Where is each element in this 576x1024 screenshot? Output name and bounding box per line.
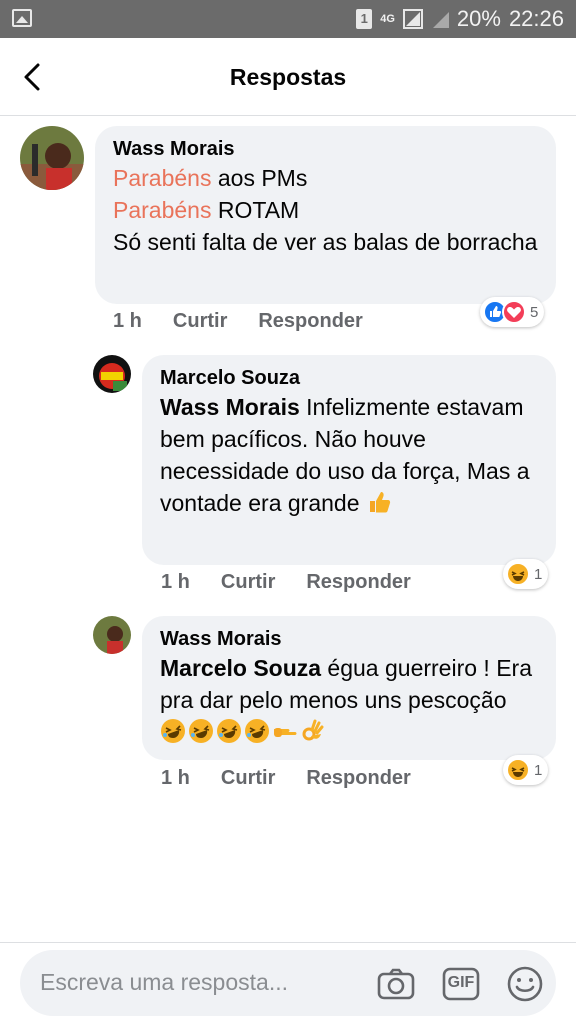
reaction-count: 1 xyxy=(534,761,543,779)
gif-label: GIF xyxy=(447,974,475,991)
comment-text-part: Só senti falta de ver as balas de borrac… xyxy=(113,229,538,255)
battery-level: 20% xyxy=(456,6,501,31)
smiley-icon xyxy=(507,966,543,1002)
reply-input[interactable] xyxy=(40,969,360,996)
mention-link[interactable]: Marcelo Souza xyxy=(160,655,321,681)
like-button[interactable]: Curtir xyxy=(221,571,275,594)
thumbs-up-emoji-icon xyxy=(369,492,391,513)
comment-text: Parabéns aos PMs Parabéns ROTAM Só senti… xyxy=(113,162,538,258)
status-bar: 1 4G 20% 22:26 xyxy=(0,0,576,38)
signal-icon xyxy=(402,9,423,29)
comment-actions: 1 h Curtir Responder xyxy=(161,767,411,790)
comment-author[interactable]: Wass Morais xyxy=(160,626,538,652)
reply-bubble: Wass Morais Marcelo Souza égua guerreiro… xyxy=(142,616,556,760)
comment-actions: 1 h Curtir Responder xyxy=(113,310,363,333)
reaction-summary[interactable]: 1 xyxy=(503,755,549,785)
haha-reaction-icon xyxy=(506,758,530,782)
reply-bubble: Marcelo Souza Wass Morais Infelizmente e… xyxy=(142,355,556,565)
emoji-button[interactable] xyxy=(505,964,545,1004)
comment-text-part: ROTAM xyxy=(211,197,300,223)
avatar[interactable] xyxy=(93,355,131,393)
mention-link[interactable]: Wass Morais xyxy=(160,394,300,420)
comment-text-part: aos PMs xyxy=(211,165,308,191)
rofl-emoji-icon xyxy=(217,719,241,743)
clock: 22:26 xyxy=(508,6,564,31)
reply-button[interactable]: Responder xyxy=(306,767,410,790)
reaction-summary[interactable]: 5 xyxy=(480,297,545,327)
rotam-badge-avatar xyxy=(93,355,131,393)
comment-text: Marcelo Souza égua guerreiro ! Era pra d… xyxy=(160,652,538,748)
pointing-right-emoji-icon xyxy=(274,728,297,737)
comment-time: 1 h xyxy=(161,571,190,593)
avatar[interactable] xyxy=(20,126,84,190)
reply-composer: GIF xyxy=(20,950,556,1016)
haha-reaction-icon xyxy=(506,562,530,586)
reaction-summary[interactable]: 1 xyxy=(503,559,549,589)
like-button[interactable]: Curtir xyxy=(173,310,227,333)
comment-author[interactable]: Wass Morais xyxy=(113,136,538,162)
gallery-icon xyxy=(12,9,32,27)
like-button[interactable]: Curtir xyxy=(221,767,275,790)
rofl-emoji-icon xyxy=(189,719,213,743)
sim-badge: 1 xyxy=(356,9,373,29)
avatar[interactable] xyxy=(93,616,131,654)
signal-secondary-icon xyxy=(431,10,449,28)
reply-button[interactable]: Responder xyxy=(258,310,362,333)
comment-time: 1 h xyxy=(113,310,142,332)
reaction-count: 5 xyxy=(530,303,539,321)
avatar-photo xyxy=(93,616,131,654)
hashtag[interactable]: Parabéns xyxy=(113,197,211,223)
reaction-count: 1 xyxy=(534,565,543,583)
rofl-emoji-icon xyxy=(161,719,185,743)
composer-divider xyxy=(0,942,576,943)
ok-hand-emoji-icon xyxy=(302,719,324,741)
comment-bubble: Wass Morais Parabéns aos PMs Parabéns RO… xyxy=(95,126,556,304)
gif-button[interactable]: GIF xyxy=(441,964,481,1004)
network-type: 4G xyxy=(380,13,395,25)
comment-actions: 1 h Curtir Responder xyxy=(161,571,411,594)
rofl-emoji-icon xyxy=(245,719,269,743)
reply-button[interactable]: Responder xyxy=(306,571,410,594)
camera-icon xyxy=(377,968,415,1000)
header: Respostas xyxy=(0,38,576,116)
love-reaction-icon xyxy=(502,300,526,324)
avatar-photo xyxy=(20,126,84,190)
comment-time: 1 h xyxy=(161,767,190,789)
comment-text: Wass Morais Infelizmente estavam bem pac… xyxy=(160,391,538,519)
comment-author[interactable]: Marcelo Souza xyxy=(160,365,538,391)
hashtag[interactable]: Parabéns xyxy=(113,165,211,191)
page-title: Respostas xyxy=(229,64,347,90)
camera-button[interactable] xyxy=(376,964,416,1004)
